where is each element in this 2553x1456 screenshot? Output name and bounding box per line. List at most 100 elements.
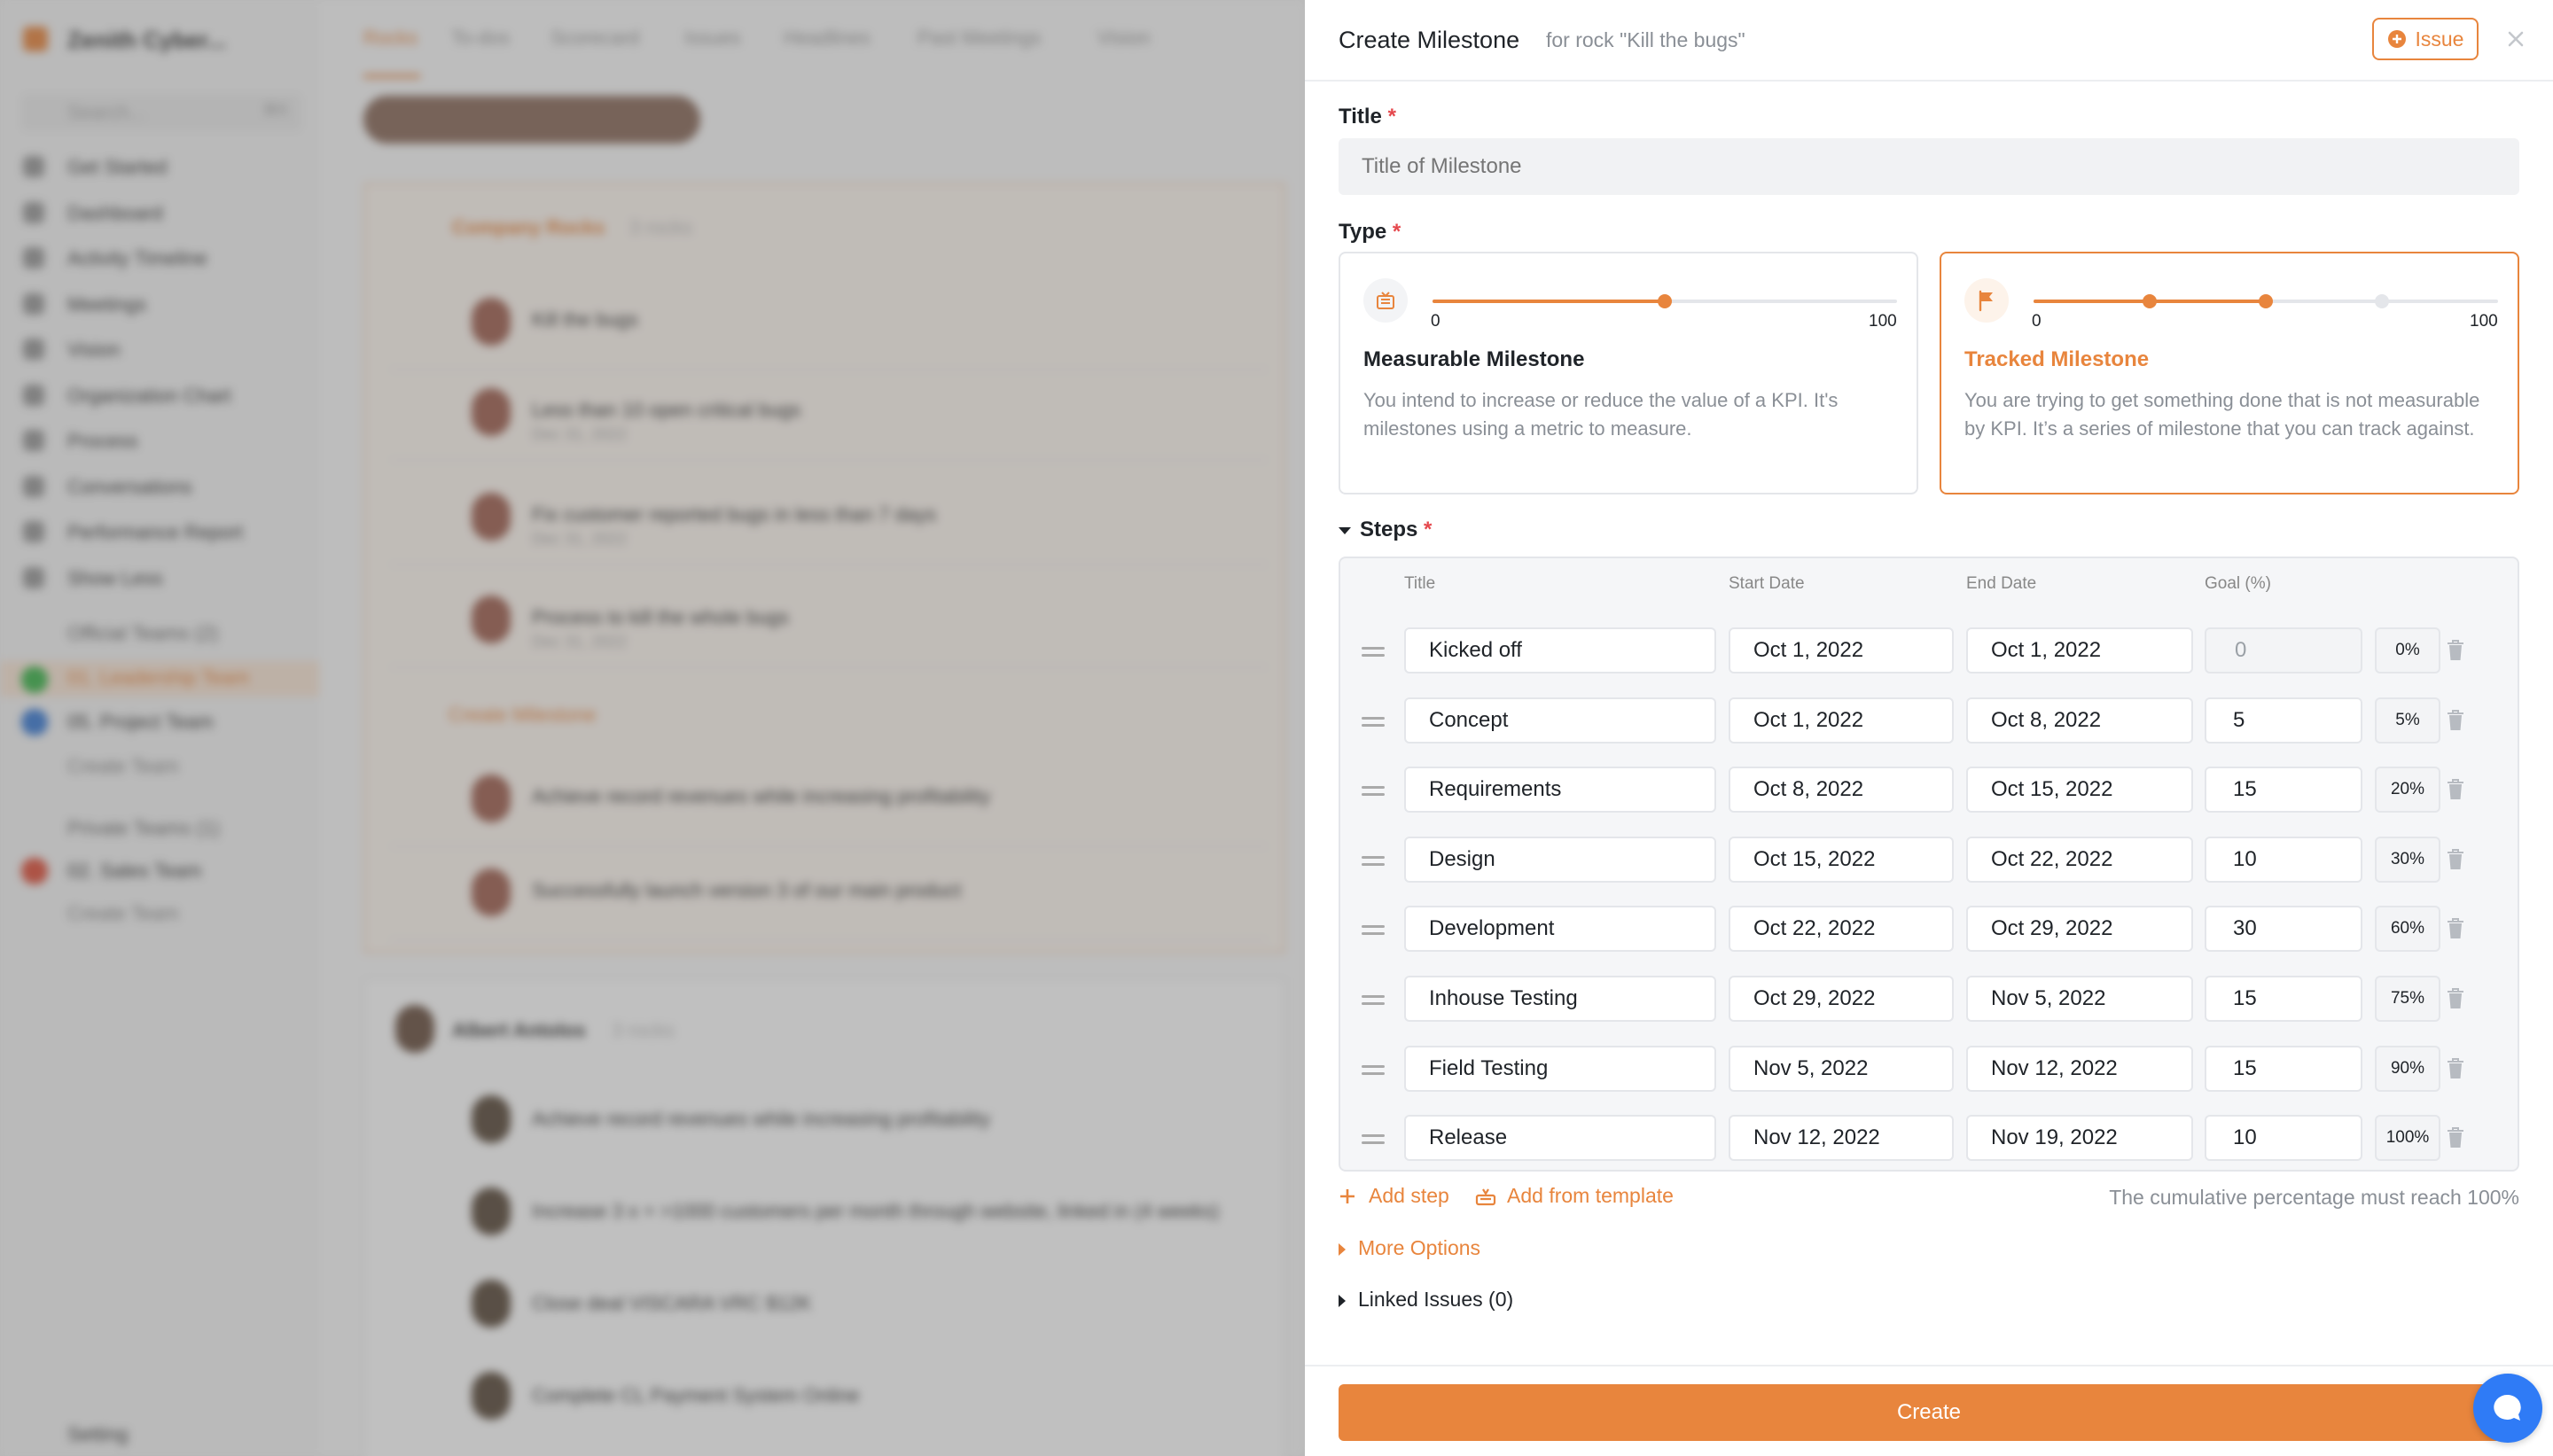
drag-handle-icon[interactable] — [1362, 925, 1385, 939]
step-cumulative-percent: 20% — [2375, 767, 2440, 814]
close-icon[interactable] — [2507, 30, 2525, 48]
step-end-date-input[interactable]: Nov 12, 2022 — [1966, 1045, 2193, 1092]
step-title-input[interactable]: Field Testing — [1404, 1045, 1716, 1092]
tracked-slider-point — [2375, 294, 2389, 308]
plus-circle-icon — [2387, 30, 2406, 48]
create-button[interactable]: Create — [1339, 1384, 2519, 1441]
measurable-milestone-card[interactable]: 0 100 Measurable Milestone You intend to… — [1339, 252, 1918, 494]
step-goal-input[interactable]: 15 — [2205, 767, 2362, 814]
step-start-date-input[interactable]: Nov 12, 2022 — [1729, 1115, 1954, 1162]
step-title-input[interactable]: Release — [1404, 1115, 1716, 1162]
flag-icon — [1964, 278, 2009, 323]
step-start-date-input[interactable]: Oct 22, 2022 — [1729, 906, 1954, 953]
milestone-title-input[interactable] — [1339, 138, 2519, 195]
drag-handle-icon[interactable] — [1362, 995, 1385, 1009]
trash-icon[interactable] — [2446, 709, 2465, 732]
measurable-min: 0 — [1431, 312, 1440, 331]
add-template-label: Add from template — [1507, 1184, 1674, 1207]
background-app: Zenith Cyber... Search... ⌘K Get Started… — [0, 0, 1305, 1456]
step-end-date-input[interactable]: Oct 22, 2022 — [1966, 836, 2193, 883]
modal-overlay[interactable] — [0, 0, 1305, 1456]
step-cumulative-percent: 0% — [2375, 627, 2440, 673]
col-start-date: Start Date — [1729, 574, 1805, 593]
step-title-input[interactable]: Requirements — [1404, 767, 1716, 814]
step-start-date-input[interactable]: Nov 5, 2022 — [1729, 1045, 1954, 1092]
caret-right-icon — [1339, 1294, 1346, 1307]
measurable-milestone-desc: You intend to increase or reduce the val… — [1363, 389, 1839, 440]
step-title-input[interactable]: Design — [1404, 836, 1716, 883]
step-title-input[interactable]: Concept — [1404, 697, 1716, 744]
linked-issues-toggle[interactable]: Linked Issues (0) — [1339, 1288, 1513, 1312]
step-end-date-input[interactable]: Oct 15, 2022 — [1966, 767, 2193, 814]
chat-widget-button[interactable] — [2473, 1374, 2542, 1443]
tracked-min: 0 — [2032, 312, 2042, 331]
add-step-label: Add step — [1369, 1184, 1449, 1207]
step-start-date-input[interactable]: Oct 8, 2022 — [1729, 767, 1954, 814]
drawer-subtitle: for rock "Kill the bugs" — [1546, 28, 1745, 51]
step-goal-input[interactable]: 10 — [2205, 1115, 2362, 1162]
drag-handle-icon[interactable] — [1362, 716, 1385, 731]
trash-icon[interactable] — [2446, 778, 2465, 801]
col-title: Title — [1404, 574, 1436, 593]
type-field-label: Type * — [1339, 220, 1401, 244]
drag-handle-icon[interactable] — [1362, 647, 1385, 661]
tracked-milestone-name: Tracked Milestone — [1964, 347, 2150, 371]
step-goal-input[interactable]: 30 — [2205, 906, 2362, 953]
tracked-slider-point — [2259, 294, 2273, 308]
drag-handle-icon[interactable] — [1362, 1134, 1385, 1148]
step-end-date-input[interactable]: Nov 19, 2022 — [1966, 1115, 2193, 1162]
tracked-slider-point — [2143, 294, 2157, 308]
step-cumulative-percent: 30% — [2375, 836, 2440, 883]
step-cumulative-percent: 75% — [2375, 976, 2440, 1022]
more-options-toggle[interactable]: More Options — [1339, 1236, 1480, 1260]
trash-icon[interactable] — [2446, 987, 2465, 1010]
create-button-label: Create — [1896, 1400, 1962, 1424]
step-title-input[interactable]: Development — [1404, 906, 1716, 953]
trash-icon[interactable] — [2446, 1057, 2465, 1080]
step-goal-input[interactable]: 5 — [2205, 697, 2362, 744]
measurable-slider-fill — [1433, 300, 1665, 303]
step-goal-input[interactable]: 10 — [2205, 836, 2362, 883]
measurable-slider-thumb — [1658, 294, 1672, 308]
step-goal-input[interactable]: 15 — [2205, 1045, 2362, 1092]
measurable-milestone-name: Measurable Milestone — [1363, 347, 1585, 371]
step-title-input[interactable]: Kicked off — [1404, 627, 1716, 673]
trash-icon[interactable] — [2446, 917, 2465, 940]
tracked-max: 100 — [2470, 312, 2498, 331]
step-end-date-input[interactable]: Oct 29, 2022 — [1966, 906, 2193, 953]
caret-down-icon — [1339, 526, 1351, 534]
drawer-title: Create Milestone — [1339, 27, 1520, 53]
step-start-date-input[interactable]: Oct 29, 2022 — [1729, 976, 1954, 1022]
issue-button[interactable]: Issue — [2372, 18, 2479, 60]
col-end-date: End Date — [1966, 574, 2037, 593]
trash-icon[interactable] — [2446, 848, 2465, 871]
add-from-template-button[interactable]: Add from template — [1475, 1184, 1674, 1208]
footer-divider — [1305, 1365, 2553, 1366]
measurable-icon — [1363, 278, 1408, 323]
step-goal-input[interactable]: 15 — [2205, 976, 2362, 1022]
caret-right-icon — [1339, 1242, 1346, 1256]
create-milestone-drawer: Create Milestone for rock "Kill the bugs… — [1305, 0, 2553, 1456]
drag-handle-icon[interactable] — [1362, 786, 1385, 800]
chat-bubble-icon — [2494, 1394, 2521, 1421]
step-end-date-input[interactable]: Oct 8, 2022 — [1966, 697, 2193, 744]
tracked-milestone-desc: You are trying to get something done tha… — [1964, 389, 2480, 440]
drag-handle-icon[interactable] — [1362, 1064, 1385, 1079]
step-start-date-input[interactable]: Oct 15, 2022 — [1729, 836, 1954, 883]
title-field-label: Title * — [1339, 105, 1396, 128]
steps-toggle[interactable]: Steps * — [1339, 518, 1432, 542]
step-start-date-input[interactable]: Oct 1, 2022 — [1729, 697, 1954, 744]
step-end-date-input[interactable]: Nov 5, 2022 — [1966, 976, 2193, 1022]
trash-icon[interactable] — [2446, 639, 2465, 662]
drag-handle-icon[interactable] — [1362, 855, 1385, 870]
add-step-button[interactable]: Add step — [1339, 1184, 1449, 1208]
step-goal-input: 0 — [2205, 627, 2362, 673]
template-icon — [1475, 1187, 1496, 1205]
cumulative-note: The cumulative percentage must reach 100… — [2109, 1186, 2519, 1209]
step-start-date-input[interactable]: Oct 1, 2022 — [1729, 627, 1954, 673]
tracked-milestone-card[interactable]: 0 100 Tracked Milestone You are trying t… — [1940, 252, 2519, 494]
issue-button-label: Issue — [2415, 27, 2464, 51]
trash-icon[interactable] — [2446, 1126, 2465, 1149]
step-title-input[interactable]: Inhouse Testing — [1404, 976, 1716, 1022]
step-end-date-input[interactable]: Oct 1, 2022 — [1966, 627, 2193, 673]
